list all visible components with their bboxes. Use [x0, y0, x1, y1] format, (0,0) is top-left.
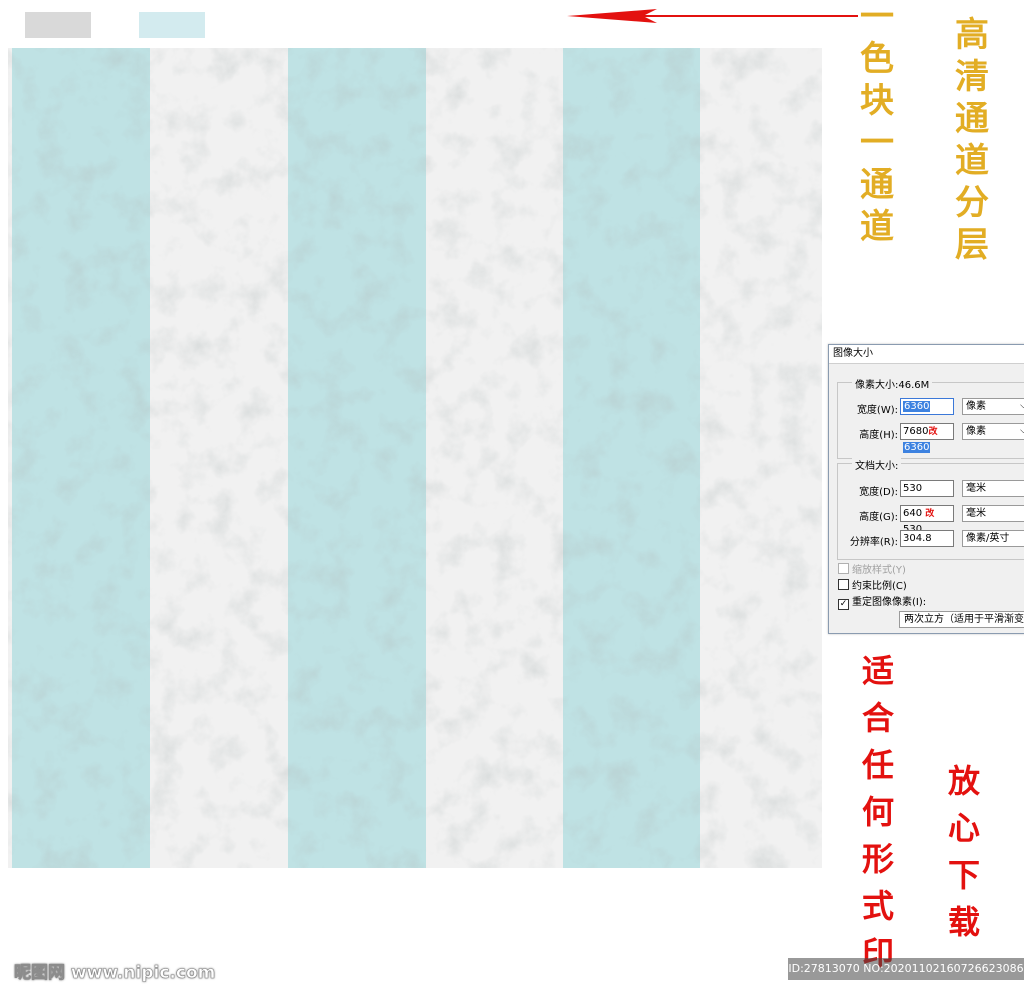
red-annotation-download: 放 心 下 载: [948, 765, 980, 953]
stripe-teal-3: [563, 48, 701, 868]
document-size-group: 文档大小: 宽度(D): 530 毫米 高度(G): 640 改 530 毫米 …: [837, 457, 1024, 560]
id-watermark: ID:27813070 NO:20201102160726623086: [788, 958, 1024, 980]
doc-height-unit: 毫米: [966, 508, 986, 519]
red-arrow-icon: [567, 9, 858, 23]
pixel-dimensions-group: 像素大小:46.6M 宽度(W): 6360 像素 ⌵ 高度(H): 7680改 6…: [837, 376, 1024, 459]
pixel-width-unit-select[interactable]: 像素 ⌵: [962, 398, 1024, 415]
stripe-white-3: [700, 48, 822, 868]
resolution-input[interactable]: 304.8: [900, 530, 954, 547]
resolution-unit: 像素/英寸: [966, 533, 1010, 544]
checkmark-icon: ✓: [838, 599, 849, 610]
annotation-char: 道: [860, 207, 894, 247]
annotation-char: 形: [862, 840, 895, 878]
annotation-char: 一: [860, 123, 894, 163]
pixel-width-input[interactable]: 6360: [900, 398, 954, 415]
pixel-height-mark: 改: [928, 427, 938, 437]
annotation-char: 何: [862, 793, 895, 831]
doc-height-old: 640: [903, 508, 923, 519]
scale-styles-checkbox[interactable]: 缩放样式(Y): [838, 561, 906, 576]
annotation-char: 清: [955, 57, 989, 97]
stripe-teal-2: [288, 48, 426, 868]
annotation-char: 任: [862, 746, 895, 784]
pixel-height-unit-select[interactable]: 像素 ⌵: [962, 423, 1024, 440]
gold-annotation-single-channel: 一 色 块 一 通 道: [860, 0, 894, 252]
doc-width-unit-select[interactable]: 毫米: [962, 480, 1024, 497]
resolution-value: 304.8: [903, 533, 932, 544]
annotation-char: 一: [860, 0, 894, 37]
pixel-height-input[interactable]: 7680改 6360: [900, 423, 954, 453]
chevron-down-icon: ⌵: [1020, 401, 1024, 411]
annotation-char: 通: [955, 99, 989, 139]
chevron-down-icon: ⌵: [1020, 426, 1024, 436]
doc-width-row: 宽度(D): 530 毫米: [838, 480, 1024, 498]
doc-width-unit: 毫米: [966, 483, 986, 494]
resolution-label: 分辨率(R):: [849, 537, 898, 548]
stripe-white-2: [426, 48, 564, 868]
pixel-height-unit: 像素: [966, 426, 986, 437]
doc-height-label: 高度(G):: [859, 512, 898, 523]
annotation-char: 通: [860, 165, 894, 205]
pixel-height-row: 高度(H): 7680改 6360 像素 ⌵: [838, 423, 1024, 453]
pixel-height-old: 7680: [903, 426, 929, 437]
doc-height-row: 高度(G): 640 改 530 毫米: [838, 505, 1024, 535]
doc-height-unit-select[interactable]: 毫米: [962, 505, 1024, 522]
resample-image-label: 重定图像像素(I):: [852, 597, 927, 608]
doc-height-input[interactable]: 640 改 530: [900, 505, 954, 535]
annotation-char: 分: [955, 183, 989, 223]
doc-width-label: 宽度(D):: [859, 487, 898, 498]
resolution-row: 分辨率(R): 304.8 像素/英寸: [838, 530, 1024, 548]
constrain-proportions-checkbox[interactable]: 约束比例(C): [838, 577, 907, 592]
doc-width-input[interactable]: 530: [900, 480, 954, 497]
annotation-char: 载: [948, 903, 981, 941]
pixel-width-value: 6360: [903, 401, 931, 412]
annotation-char: 块: [860, 81, 894, 121]
annotation-char: 式: [862, 887, 895, 925]
annotation-char: 心: [948, 809, 981, 847]
pixel-width-row: 宽度(W): 6360 像素 ⌵: [838, 398, 1024, 416]
site-watermark: 昵图网 www.nipic.com: [14, 963, 216, 984]
doc-height-mark: 改: [925, 509, 935, 519]
pixel-width-label: 宽度(W):: [856, 405, 898, 416]
pixel-width-unit: 像素: [966, 401, 986, 412]
doc-width-value: 530: [903, 483, 923, 494]
annotation-char: 放: [948, 762, 981, 800]
pixel-dimensions-legend: 像素大小:46.6M: [852, 376, 933, 391]
document-size-legend: 文档大小:: [852, 457, 902, 472]
resample-method-select[interactable]: 两次立方（适用于平滑渐变: [899, 611, 1024, 628]
gold-annotation-hd-layers: 高 清 通 道 分 层: [955, 18, 989, 270]
stripe-white-1: [150, 48, 288, 868]
checkbox-box: [838, 579, 849, 590]
red-annotation-print: 适 合 任 何 形 式 印: [862, 655, 894, 984]
image-size-dialog: 图像大小 像素大小:46.6M 宽度(W): 6360 像素 ⌵ 高度(H): 7…: [828, 344, 1024, 634]
resolution-unit-select[interactable]: 像素/英寸: [962, 530, 1024, 547]
pixel-height-value: 6360: [903, 442, 931, 453]
annotation-char: 下: [948, 856, 981, 894]
teal-color-swatch: [139, 12, 205, 38]
annotation-char: 合: [862, 699, 895, 737]
pixel-height-label: 高度(H):: [859, 430, 898, 441]
scale-styles-label: 缩放样式(Y): [852, 565, 906, 576]
stripe-teal-1: [12, 48, 150, 868]
constrain-proportions-label: 约束比例(C): [852, 581, 907, 592]
annotation-char: 高: [955, 15, 989, 55]
checkbox-box: [838, 563, 849, 574]
annotation-char: 层: [955, 225, 989, 265]
annotation-char: 道: [955, 141, 989, 181]
dialog-title: 图像大小: [829, 345, 1024, 364]
annotation-char: 适: [862, 652, 895, 690]
stripe-pattern-canvas: [8, 48, 822, 868]
resample-image-checkbox[interactable]: ✓ 重定图像像素(I):: [838, 593, 927, 610]
grey-color-swatch: [25, 12, 91, 38]
annotation-char: 色: [860, 39, 894, 79]
